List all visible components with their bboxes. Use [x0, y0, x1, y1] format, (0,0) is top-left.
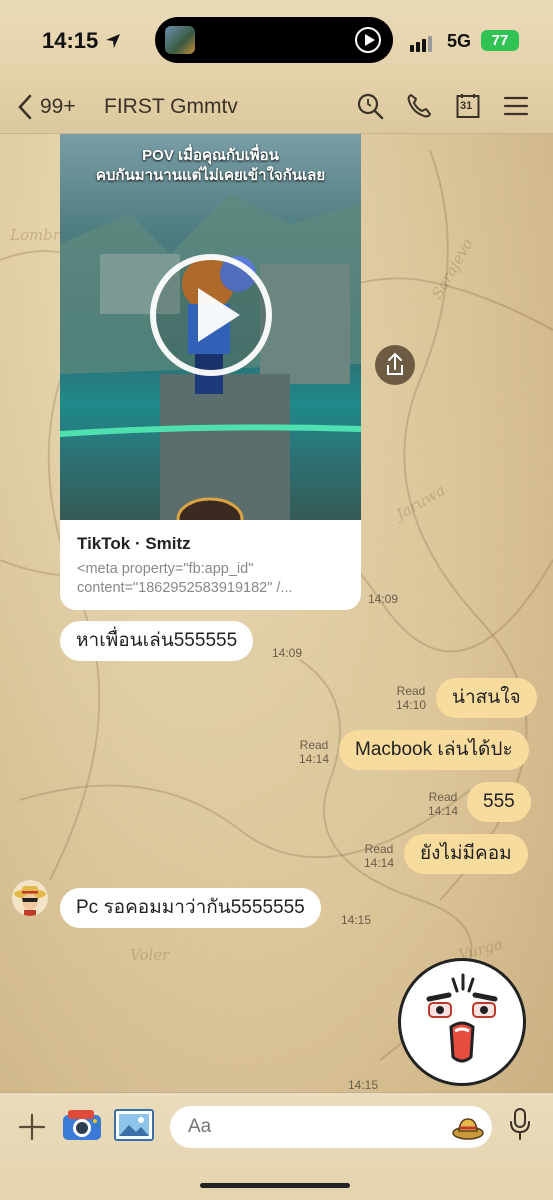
- avatar[interactable]: [12, 880, 48, 916]
- battery-level: 77: [491, 32, 509, 49]
- read-label: Read: [299, 738, 329, 752]
- sticker-message[interactable]: [398, 958, 526, 1086]
- outgoing-message[interactable]: ยังไม่มีคอม: [404, 834, 528, 874]
- link-description: <meta property="fb:app_id" content="1862…: [77, 561, 293, 596]
- plus-icon[interactable]: [18, 1113, 46, 1141]
- battery-icon: 77: [481, 30, 519, 51]
- signal-bars-icon: [410, 34, 434, 52]
- read-label: Read: [428, 790, 458, 804]
- calendar-day: 31: [460, 100, 473, 112]
- search-icon[interactable]: [356, 92, 384, 120]
- dynamic-island[interactable]: [155, 17, 393, 63]
- gallery-icon[interactable]: [114, 1109, 154, 1141]
- message-time: 14:15: [341, 913, 372, 927]
- read-receipt: Read 14:14: [295, 738, 333, 766]
- microphone-icon[interactable]: [508, 1107, 532, 1141]
- share-icon: [387, 352, 403, 375]
- caption-line-2: คบกันมานานแต่ไม่เคยเข้าใจกันเลย: [95, 167, 326, 184]
- straw-hat-emoji-icon[interactable]: [452, 1114, 484, 1140]
- read-receipt: Read 14:14: [424, 790, 462, 818]
- angry-face-sticker-icon: [426, 973, 498, 1063]
- read-label: Read: [364, 842, 394, 856]
- play-button-icon[interactable]: [150, 254, 272, 376]
- message-time: 14:09: [368, 592, 399, 606]
- outgoing-message[interactable]: Macbook เล่นได้ปะ: [339, 730, 529, 770]
- phone-icon[interactable]: [405, 92, 433, 120]
- share-button[interactable]: [375, 345, 415, 385]
- link-title: TikTok · Smitz: [77, 534, 191, 553]
- home-indicator[interactable]: [200, 1183, 350, 1188]
- unread-count[interactable]: 99+: [40, 95, 76, 119]
- network-type: 5G: [447, 31, 472, 51]
- message-time: 14:14: [363, 856, 395, 870]
- video-link-card[interactable]: POV เมื่อคุณกับเพื่อน คบกันมานานแต่ไม่เค…: [60, 134, 361, 610]
- chat-header: 99+ FIRST Gmmtv 31: [0, 78, 553, 134]
- read-receipt: Read 14:14: [360, 842, 398, 870]
- message-input-bar: [0, 1092, 553, 1200]
- message-time: 14:14: [298, 752, 330, 766]
- play-icon[interactable]: [355, 27, 381, 53]
- incoming-message[interactable]: Pc รอคอมมาว่ากัน5555555: [60, 888, 321, 928]
- location-arrow-icon: [106, 34, 120, 48]
- message-list[interactable]: POV เมื่อคุณกับเพื่อน คบกันมานานแต่ไม่เค…: [0, 134, 553, 1092]
- outgoing-message[interactable]: น่าสนใจ: [436, 678, 537, 718]
- caption-line-1: POV เมื่อคุณกับเพื่อน: [142, 147, 279, 164]
- incoming-message[interactable]: หาเพื่อนเล่น555555: [60, 621, 254, 661]
- chat-title[interactable]: FIRST Gmmtv: [104, 95, 238, 119]
- message-time: 14:09: [272, 646, 303, 660]
- now-playing-thumbnail: [165, 26, 195, 54]
- camera-icon[interactable]: [62, 1109, 102, 1141]
- calendar-icon[interactable]: 31: [454, 92, 482, 120]
- sticker-time: 14:15: [348, 1078, 379, 1092]
- status-bar: 14:15 5G 77: [0, 0, 553, 78]
- back-chevron-icon[interactable]: [16, 94, 34, 120]
- link-preview[interactable]: TikTok · Smitz <meta property="fb:app_id…: [60, 520, 361, 610]
- message-time: 14:10: [395, 698, 427, 712]
- read-receipt: Read 14:10: [392, 684, 430, 712]
- outgoing-message[interactable]: 555: [467, 782, 531, 822]
- message-time: 14:14: [427, 804, 459, 818]
- read-label: Read: [396, 684, 426, 698]
- message-input[interactable]: [170, 1106, 492, 1148]
- video-caption: POV เมื่อคุณกับเพื่อน คบกันมานานแต่ไม่เค…: [60, 146, 361, 186]
- video-thumbnail[interactable]: POV เมื่อคุณกับเพื่อน คบกันมานานแต่ไม่เค…: [60, 134, 361, 520]
- menu-icon[interactable]: [502, 92, 530, 120]
- clock: 14:15: [42, 28, 99, 53]
- straw-hat-avatar-icon: [14, 886, 46, 916]
